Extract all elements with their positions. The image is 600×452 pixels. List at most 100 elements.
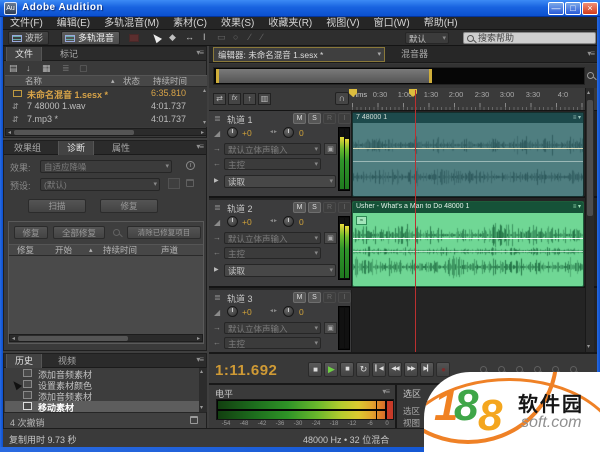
razor-tool-icon[interactable]: ◆: [169, 32, 176, 43]
volume-knob[interactable]: [227, 216, 238, 227]
scroll-left-icon[interactable]: ◂: [12, 335, 15, 343]
tab-properties[interactable]: 属性: [104, 141, 138, 155]
file-row[interactable]: ⇵ 7.mp3 * 4:01.737: [5, 113, 207, 126]
track-1-header[interactable]: ≣ 轨道 1 M S R I ◢ +0 ◄► 0 → 默认立体声输入▾ ▣ ←: [209, 111, 352, 196]
navigator-track[interactable]: [213, 67, 585, 85]
scroll-right-icon[interactable]: ▸: [201, 129, 204, 137]
results-hscrollbar[interactable]: ◂ ▸: [9, 334, 203, 342]
col-status[interactable]: 状态: [123, 76, 140, 87]
track-name[interactable]: 轨道 3: [227, 292, 253, 305]
track-name[interactable]: 轨道 2: [227, 202, 253, 215]
scroll-down-icon[interactable]: ▾: [203, 119, 206, 127]
scroll-right-icon[interactable]: ▸: [197, 335, 200, 343]
menu-view[interactable]: 视图(V): [319, 18, 366, 29]
arm-button[interactable]: R: [323, 113, 336, 124]
record-tool-icon[interactable]: [129, 34, 139, 42]
tab-diagnostics[interactable]: 诊断: [58, 141, 94, 155]
automation-dropdown[interactable]: 读取▾: [224, 264, 336, 277]
clip-title[interactable]: Usher - What's a Man to Do 48000 1 ≡ ▾: [353, 202, 583, 213]
track-3-header[interactable]: ≣ 轨道 3 M S R I ◢ +0 ◄► 0 → 默认立体声输入▾ ▣ ←: [209, 290, 352, 352]
input-dropdown[interactable]: 默认立体声输入▾: [224, 143, 321, 155]
volume-knob[interactable]: [227, 127, 238, 138]
import-file-icon[interactable]: ↓: [26, 63, 31, 73]
meters-icon[interactable]: ▥: [258, 93, 271, 105]
close-button[interactable]: ×: [582, 2, 598, 15]
waveform-mode-button[interactable]: 波形: [8, 31, 49, 45]
menu-clip[interactable]: 素材(C): [166, 18, 214, 29]
panel-menu-icon[interactable]: ▾≡: [196, 142, 203, 151]
menu-effects[interactable]: 效果(S): [214, 18, 261, 29]
pan-knob[interactable]: [283, 216, 294, 227]
repair-all-button[interactable]: 全部修复: [53, 226, 105, 239]
effect-dropdown[interactable]: 自适应降噪▾: [40, 160, 172, 173]
drag-handle-icon[interactable]: ≣: [214, 114, 221, 123]
menu-window[interactable]: 窗口(W): [367, 18, 417, 29]
repair-button[interactable]: 修复: [100, 199, 158, 213]
files-column-header[interactable]: 名称 ▴ 状态 持续时间: [5, 75, 207, 87]
solo-button[interactable]: S: [308, 292, 321, 303]
menu-help[interactable]: 帮助(H): [417, 18, 465, 29]
fast-forward-button[interactable]: ▶▶: [404, 362, 418, 377]
delete-preset-icon[interactable]: [186, 179, 194, 187]
info-icon[interactable]: i: [186, 161, 195, 170]
fx-icon[interactable]: fx: [228, 93, 241, 105]
menu-favorites[interactable]: 收藏夹(R): [261, 18, 319, 29]
snapping-icon[interactable]: ⇄: [213, 93, 226, 105]
time-display[interactable]: 1:11.692: [215, 362, 277, 379]
loop-button[interactable]: ↻: [356, 362, 370, 377]
volume-envelope-line[interactable]: [353, 148, 583, 149]
tab-selection[interactable]: 选区: [403, 387, 421, 400]
track-2-header[interactable]: ≣ 轨道 2 M S R I ◢ +0 ◄► 0 → 默认立体声输入▾ ▣ ←: [209, 200, 352, 286]
eq-icon[interactable]: ▣: [324, 232, 337, 244]
input-dropdown[interactable]: 默认立体声输入▾: [224, 232, 321, 244]
tracks-vscrollbar[interactable]: ▴ ▾: [585, 88, 594, 352]
file-row[interactable]: 未命名混音 1.sesx * 6:35.810: [5, 87, 207, 100]
play-button[interactable]: ▶: [324, 362, 338, 377]
metronome-icon[interactable]: ∩: [335, 92, 349, 105]
pause-button[interactable]: ▮▮: [340, 362, 354, 377]
maximize-button[interactable]: □: [565, 2, 581, 15]
multitrack-mode-button[interactable]: 多轨混音: [61, 31, 120, 45]
save-preset-icon[interactable]: [168, 178, 180, 189]
clear-repaired-button[interactable]: 清除已修复项目: [127, 226, 201, 239]
arm-button[interactable]: R: [323, 202, 336, 213]
menu-multitrack[interactable]: 多轨混音(M): [97, 18, 166, 29]
panel-menu-icon[interactable]: ▾≡: [196, 355, 203, 364]
minimize-button[interactable]: —: [548, 2, 564, 15]
slip-tool-icon[interactable]: ↔: [185, 32, 194, 42]
pan-knob[interactable]: [283, 306, 294, 317]
automation-dropdown[interactable]: 读取▾: [224, 175, 336, 188]
search-help-input[interactable]: 搜索帮助: [463, 32, 596, 44]
scroll-down-icon[interactable]: ▾: [587, 343, 590, 351]
monitor-button[interactable]: I: [338, 292, 351, 303]
delete-icon[interactable]: ▢: [79, 63, 88, 74]
tab-history[interactable]: 历史: [6, 354, 42, 368]
track-name[interactable]: 轨道 1: [227, 113, 253, 126]
clip-title[interactable]: 7 48000 1 ≡ ▾: [353, 113, 583, 123]
timeline-ruler[interactable]: hms 0:30 1:00 1:30 2:00 2:30 3:00 3:30 4…: [352, 88, 585, 110]
brush-tool-icon[interactable]: ∕: [249, 32, 251, 42]
file-row[interactable]: ⇵ 7 48000 1.wav 4:01.737: [5, 100, 207, 113]
history-item-selected[interactable]: 移动素材: [5, 401, 199, 412]
files-hscrollbar[interactable]: ◂ ▸: [5, 128, 207, 136]
scroll-left-icon[interactable]: ◂: [8, 129, 11, 137]
trash-icon[interactable]: [190, 416, 198, 424]
automation-arrow-icon[interactable]: ▶: [214, 177, 219, 184]
lasso-tool-icon[interactable]: ○: [233, 32, 238, 42]
drag-handle-icon[interactable]: ≣: [214, 293, 221, 302]
repair-item-button[interactable]: 修复: [14, 226, 48, 239]
arm-button[interactable]: R: [323, 292, 336, 303]
magnify-results-icon[interactable]: [113, 229, 120, 236]
tab-files[interactable]: 文件: [6, 47, 42, 61]
eq-icon[interactable]: ▣: [324, 143, 337, 155]
history-item[interactable]: 添加音频素材: [5, 390, 199, 401]
volume-envelope-line[interactable]: [353, 238, 583, 239]
panel-menu-icon[interactable]: ▾≡: [382, 387, 389, 396]
chevron-down-icon[interactable]: ▾: [377, 48, 381, 62]
output-dropdown[interactable]: 主控▾: [224, 337, 321, 349]
move-tool-icon[interactable]: [151, 32, 162, 43]
history-item[interactable]: 设置素材颜色: [5, 379, 199, 390]
output-dropdown[interactable]: 主控▾: [224, 158, 321, 170]
title-bar[interactable]: Au Adobe Audition — □ ×: [0, 0, 600, 17]
playhead[interactable]: [415, 90, 416, 352]
